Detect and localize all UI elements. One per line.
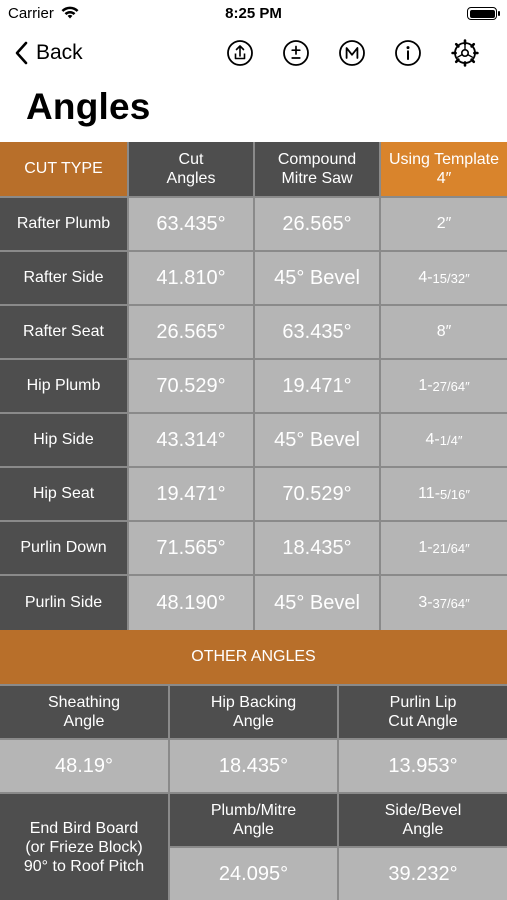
page-title: Angles xyxy=(26,86,151,127)
template-value: 1- 21/64″ xyxy=(381,522,507,574)
mitre-saw-value: 26.565° xyxy=(255,198,379,250)
table-row: Rafter Seat 26.565° 63.435° 8″ xyxy=(0,306,507,358)
mitre-saw-value: 45° Bevel xyxy=(255,252,379,304)
cut-angle-value: 48.190° xyxy=(129,576,253,630)
cut-angle-value: 43.314° xyxy=(129,414,253,466)
hip-backing-angle-value: 18.435° xyxy=(170,740,337,792)
header-using-template[interactable]: Using Template 4″ xyxy=(381,142,507,196)
mitre-saw-value: 70.529° xyxy=(255,468,379,520)
side-bevel-angle-label: Side/Bevel Angle xyxy=(339,794,507,846)
end-bird-board-label: End Bird Board (or Frieze Block) 90° to Ro… xyxy=(0,794,168,900)
plus-minus-icon[interactable] xyxy=(282,39,310,67)
cut-angle-value: 71.565° xyxy=(129,522,253,574)
row-label: Rafter Plumb xyxy=(0,198,127,250)
mitre-saw-value: 45° Bevel xyxy=(255,414,379,466)
template-value: 11- 5/16″ xyxy=(381,468,507,520)
plumb-mitre-angle-value: 24.095° xyxy=(170,848,337,900)
angles-table: CUT TYPE Cut Angles Compound Mitre Saw Usi… xyxy=(0,142,507,630)
cut-angle-value: 63.435° xyxy=(129,198,253,250)
row-label: Hip Side xyxy=(0,414,127,466)
template-value: 8″ xyxy=(381,306,507,358)
share-icon[interactable] xyxy=(226,39,254,67)
chevron-left-icon xyxy=(15,41,28,65)
row-label: Hip Seat xyxy=(0,468,127,520)
template-value: 4- 1/4″ xyxy=(381,414,507,466)
mitre-saw-value: 63.435° xyxy=(255,306,379,358)
cut-angle-value: 26.565° xyxy=(129,306,253,358)
table-row: Purlin Side 48.190° 45° Bevel 3- 37/64″ xyxy=(0,576,507,630)
purlin-lip-cut-angle-value: 13.953° xyxy=(339,740,507,792)
purlin-lip-cut-angle-label: Purlin Lip Cut Angle xyxy=(339,686,507,738)
header-cut-type: CUT TYPE xyxy=(0,142,127,196)
mitre-saw-value: 18.435° xyxy=(255,522,379,574)
other-angles-header: OTHER ANGLES xyxy=(0,630,507,684)
table-row: Rafter Side 41.810° 45° Bevel 4- 15/32″ xyxy=(0,252,507,304)
template-value: 3- 37/64″ xyxy=(381,576,507,630)
table-row: Hip Side 43.314° 45° Bevel 4- 1/4″ xyxy=(0,414,507,466)
back-button[interactable]: Back xyxy=(14,38,83,68)
table-row: Rafter Plumb 63.435° 26.565° 2″ xyxy=(0,198,507,250)
row-label: Hip Plumb xyxy=(0,360,127,412)
cut-angle-value: 41.810° xyxy=(129,252,253,304)
mitre-saw-value: 19.471° xyxy=(255,360,379,412)
table-row: Hip Plumb 70.529° 19.471° 1- 27/64″ xyxy=(0,360,507,412)
battery-icon xyxy=(467,7,500,20)
settings-icon[interactable] xyxy=(451,39,479,67)
other-angles-table: Sheathing Angle Hip Backing Angle Purlin L… xyxy=(0,684,507,900)
header-cut-angles: Cut Angles xyxy=(129,142,253,196)
sheathing-angle-label: Sheathing Angle xyxy=(0,686,168,738)
info-icon[interactable] xyxy=(394,39,422,67)
back-label: Back xyxy=(36,41,83,64)
row-label: Rafter Seat xyxy=(0,306,127,358)
nav-bar: Back xyxy=(0,30,507,74)
header-compound-mitre-saw: Compound Mitre Saw xyxy=(255,142,379,196)
status-time: 8:25 PM xyxy=(225,5,282,22)
cut-angle-value: 70.529° xyxy=(129,360,253,412)
template-value: 4- 15/32″ xyxy=(381,252,507,304)
sheathing-angle-value: 48.19° xyxy=(0,740,168,792)
mitre-saw-value: 45° Bevel xyxy=(255,576,379,630)
hip-backing-angle-label: Hip Backing Angle xyxy=(170,686,337,738)
row-label: Purlin Side xyxy=(0,576,127,630)
cut-angle-value: 19.471° xyxy=(129,468,253,520)
table-row: Purlin Down 71.565° 18.435° 1- 21/64″ xyxy=(0,522,507,574)
template-value: 1- 27/64″ xyxy=(381,360,507,412)
row-label: Purlin Down xyxy=(0,522,127,574)
template-value: 2″ xyxy=(381,198,507,250)
row-label: Rafter Side xyxy=(0,252,127,304)
table-header-row: CUT TYPE Cut Angles Compound Mitre Saw Usi… xyxy=(0,142,507,196)
plumb-mitre-angle-label: Plumb/Mitre Angle xyxy=(170,794,337,846)
memory-icon[interactable] xyxy=(338,39,366,67)
status-bar: Carrier 8:25 PM xyxy=(0,0,507,28)
table-row: Hip Seat 19.471° 70.529° 11- 5/16″ xyxy=(0,468,507,520)
side-bevel-angle-value: 39.232° xyxy=(339,848,507,900)
